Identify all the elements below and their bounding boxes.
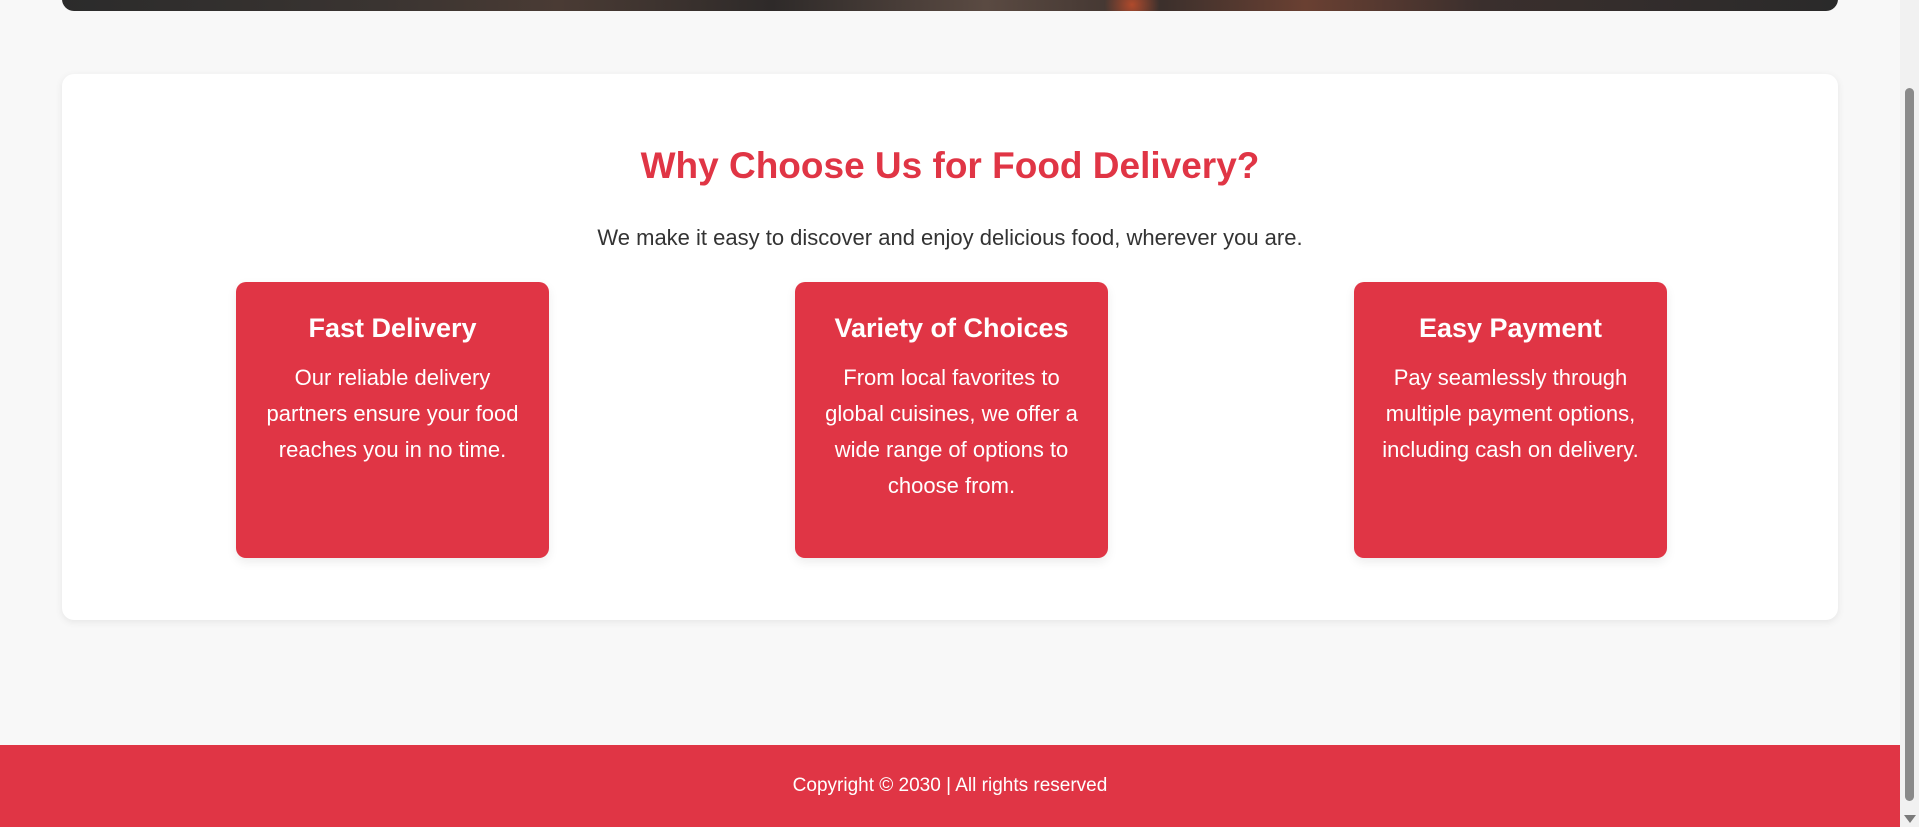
- chevron-down-icon[interactable]: [1904, 815, 1916, 823]
- section-subtitle: We make it easy to discover and enjoy de…: [597, 225, 1303, 250]
- site-footer: Copyright © 2030 | All rights reserved: [0, 745, 1900, 827]
- hero-image-banner: [62, 0, 1838, 11]
- feature-card-fast-delivery: Fast Delivery Our reliable delivery part…: [236, 282, 549, 558]
- section-title: Why Choose Us for Food Delivery?: [640, 145, 1260, 186]
- feature-description: Pay seamlessly through multiple payment …: [1382, 365, 1639, 462]
- feature-description: Our reliable delivery partners ensure yo…: [266, 365, 519, 462]
- page: Why Choose Us for Food Delivery? We make…: [0, 0, 1919, 827]
- feature-card-easy-payment: Easy Payment Pay seamlessly through mult…: [1354, 282, 1667, 558]
- feature-card-variety: Variety of Choices From local favorites …: [795, 282, 1108, 558]
- feature-title: Easy Payment: [1418, 313, 1603, 343]
- copyright-text: Copyright © 2030 | All rights reserved: [792, 775, 1108, 796]
- feature-title: Fast Delivery: [308, 313, 477, 343]
- scrollbar-thumb[interactable]: [1905, 88, 1914, 801]
- page-viewport[interactable]: Why Choose Us for Food Delivery? We make…: [0, 0, 1900, 827]
- vertical-scrollbar[interactable]: [1900, 0, 1919, 827]
- feature-description: From local favorites to global cuisines,…: [825, 365, 1078, 498]
- feature-title: Variety of Choices: [834, 313, 1069, 343]
